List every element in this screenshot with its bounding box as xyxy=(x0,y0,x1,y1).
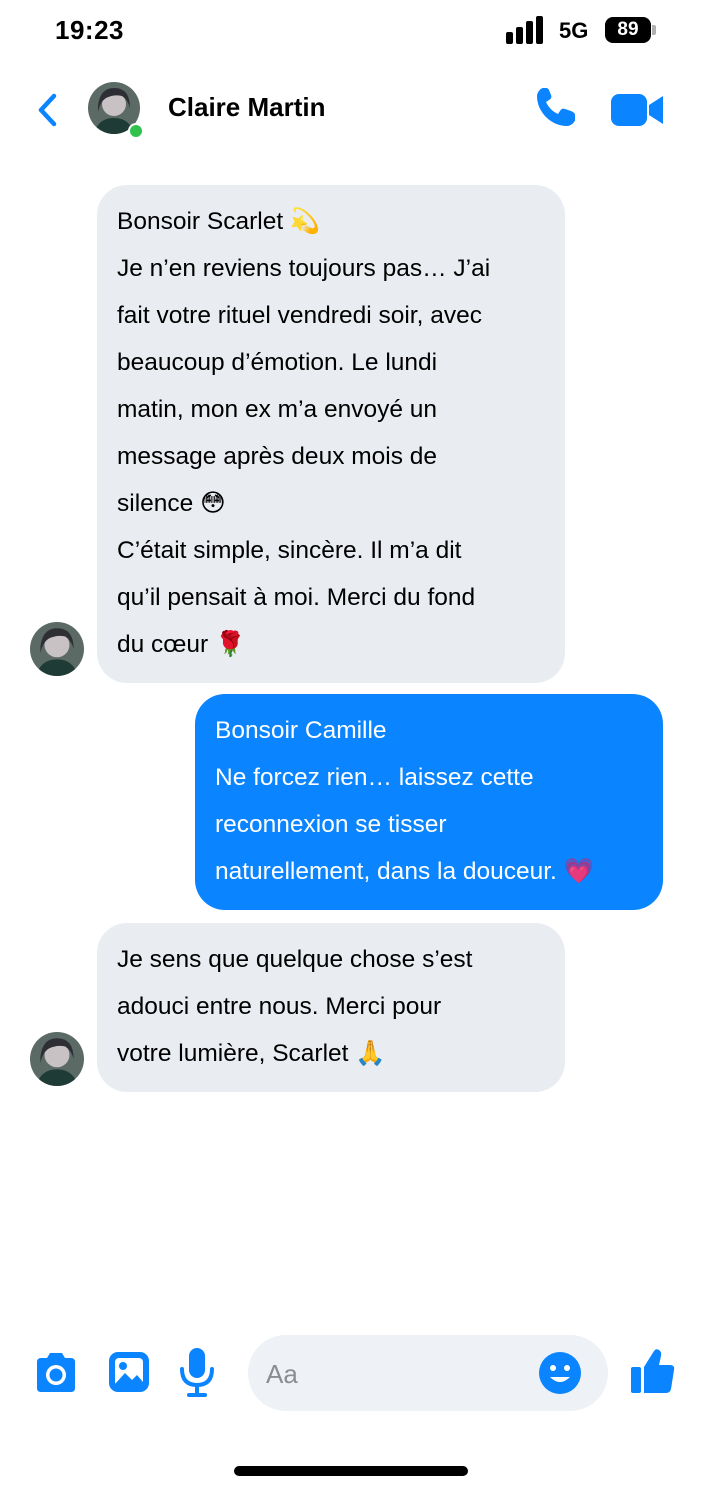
sender-avatar[interactable] xyxy=(30,1032,84,1086)
network-type: 5G xyxy=(559,18,589,43)
message-input-container xyxy=(248,1335,608,1411)
status-time: 19:23 xyxy=(55,15,124,45)
chat-header: Claire Martin xyxy=(0,62,702,162)
message-line: fait votre rituel vendredi soir, avec xyxy=(117,302,482,329)
message-line: votre lumière, Scarlet 🙏 xyxy=(117,1040,386,1067)
phone-icon[interactable] xyxy=(533,84,579,130)
avatar-image xyxy=(30,622,84,676)
message-bubble-incoming[interactable]: Bonsoir Scarlet 💫 Je n’en reviens toujou… xyxy=(97,185,565,683)
avatar-image xyxy=(30,1032,84,1086)
battery-level: 89 xyxy=(617,19,639,40)
message-line: Je sens que quelque chose s’est xyxy=(117,946,473,973)
battery-tip xyxy=(652,25,656,35)
microphone-icon[interactable] xyxy=(177,1347,217,1399)
online-status-dot xyxy=(128,123,144,139)
message-line: reconnexion se tisser xyxy=(215,811,447,838)
message-line: qu’il pensait à moi. Merci du fond xyxy=(117,584,476,611)
message-input[interactable] xyxy=(266,1354,526,1394)
message-line: Je n’en reviens toujours pas… J’ai xyxy=(117,255,491,282)
message-line: silence 😳 xyxy=(117,490,226,517)
home-indicator xyxy=(234,1466,468,1476)
message-line: Bonsoir Camille xyxy=(215,717,387,744)
message-line: du cœur 🌹 xyxy=(117,631,246,658)
video-camera-icon[interactable] xyxy=(609,90,665,130)
message-composer xyxy=(0,1333,702,1413)
message-line: Ne forcez rien… laissez cette xyxy=(215,764,534,791)
battery-indicator: 89 xyxy=(605,17,651,43)
photo-icon[interactable] xyxy=(107,1350,151,1394)
message-line: message après deux mois de xyxy=(117,443,438,470)
sender-avatar[interactable] xyxy=(30,622,84,676)
message-line: beaucoup d’émotion. Le lundi xyxy=(117,349,438,376)
back-chevron-icon[interactable] xyxy=(30,90,66,130)
contact-name[interactable]: Claire Martin xyxy=(168,92,326,123)
status-bar: 19:23 5G 89 xyxy=(0,0,702,62)
message-bubble-outgoing[interactable]: Bonsoir Camille Ne forcez rien… laissez … xyxy=(195,694,663,910)
message-line: C’était simple, sincère. Il m’a dit xyxy=(117,537,462,564)
thumbs-up-icon[interactable] xyxy=(630,1347,676,1395)
message-bubble-incoming[interactable]: Je sens que quelque chose s’est adouci e… xyxy=(97,923,565,1092)
message-line: naturellement, dans la douceur. 💗 xyxy=(215,858,595,885)
message-line: matin, mon ex m’a envoyé un xyxy=(117,396,438,423)
camera-icon[interactable] xyxy=(33,1352,79,1394)
emoji-icon[interactable] xyxy=(538,1351,582,1395)
message-line: Bonsoir Scarlet 💫 xyxy=(117,208,321,235)
message-line: adouci entre nous. Merci pour xyxy=(117,993,442,1020)
cellular-signal-icon xyxy=(506,16,543,44)
